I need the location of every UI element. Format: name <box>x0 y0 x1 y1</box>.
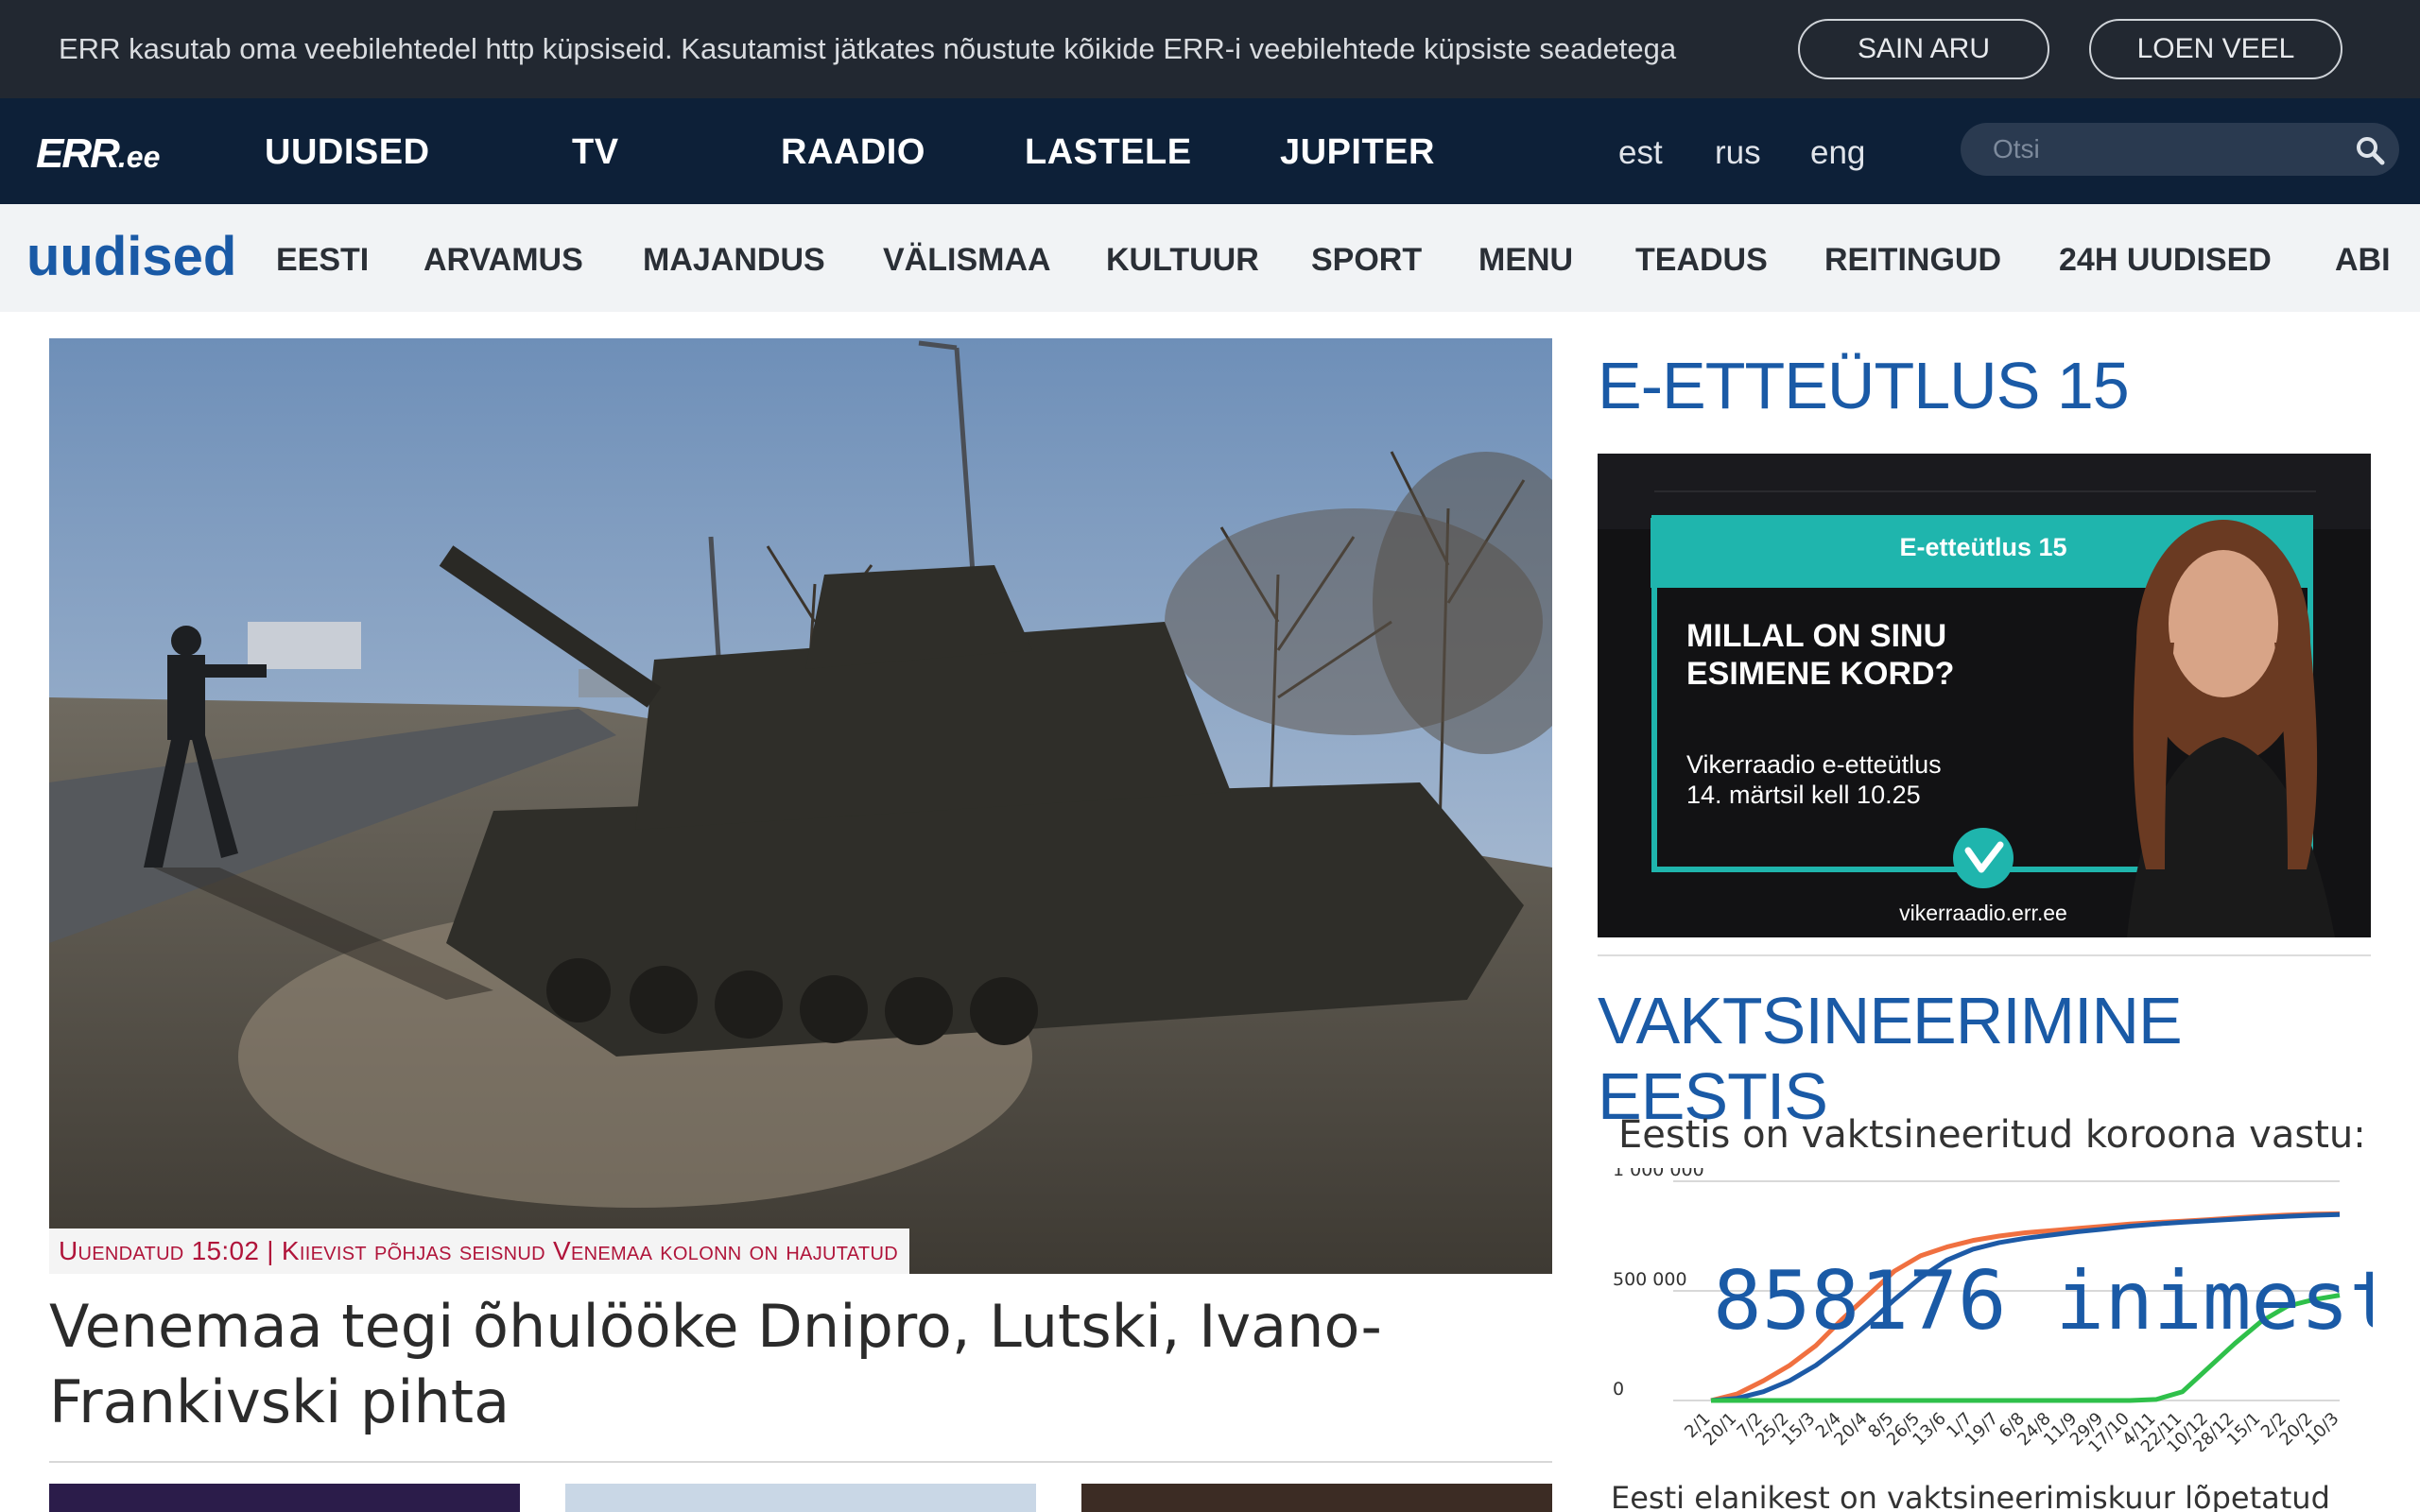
search-icon[interactable] <box>2354 134 2386 166</box>
hero-caption[interactable]: Uuendatud 15:02 | Kiievist põhjas seisnu… <box>49 1228 909 1274</box>
vaccination-title[interactable]: VAKTSINEERIMINE EESTIS <box>1598 983 2420 1134</box>
section-majandus[interactable]: MAJANDUS <box>643 242 825 279</box>
nav-tv[interactable]: TV <box>572 132 619 173</box>
main-navigation: ERR.ee UUDISED TV RAADIO LASTELE JUPITER… <box>0 98 2420 204</box>
divider <box>49 1461 1552 1463</box>
promo-line-4: 14. märtsil kell 10.25 <box>1686 781 1921 809</box>
article-thumbnail[interactable] <box>565 1484 1036 1512</box>
section-reitingud[interactable]: REITINGUD <box>1824 242 2001 279</box>
cookie-text: ERR kasutab oma veebilehtedel http küpsi… <box>59 32 1677 65</box>
promo-line-1: MILLAL ON SINU <box>1686 618 1946 654</box>
section-eesti[interactable]: EESTI <box>276 242 369 279</box>
chart-y-tick-label: 1 000 000 <box>1613 1168 1704 1180</box>
nav-lastele[interactable]: LASTELE <box>1025 132 1192 173</box>
cookie-banner: ERR kasutab oma veebilehtedel http küpsi… <box>0 0 2420 98</box>
lang-eng[interactable]: eng <box>1810 134 1865 172</box>
lang-est[interactable]: est <box>1618 134 1663 172</box>
search-input[interactable] <box>1993 132 2333 166</box>
err-logo[interactable]: ERR.ee <box>36 130 160 178</box>
section-kultuur[interactable]: KULTUUR <box>1106 242 1259 279</box>
promo-url: vikerraadio.err.ee <box>1899 901 2067 925</box>
nav-uudised[interactable]: UUDISED <box>265 132 430 173</box>
divider <box>1598 954 2371 956</box>
section-arvamus[interactable]: ARVAMUS <box>424 242 583 279</box>
nav-jupiter[interactable]: JUPITER <box>1280 132 1435 173</box>
section-navigation: uudised EESTI ARVAMUS MAJANDUS VÄLISMAA … <box>0 204 2420 312</box>
promo-title[interactable]: E-ETTEÜTLUS 15 <box>1598 348 2130 423</box>
section-valismaa[interactable]: VÄLISMAA <box>883 242 1051 279</box>
article-thumbnail[interactable] <box>49 1484 520 1512</box>
chart-y-tick-label: 0 <box>1613 1379 1624 1400</box>
search-box <box>1961 123 2399 176</box>
article-thumbnail[interactable] <box>1081 1484 1552 1512</box>
promo-badge: E-etteütlus 15 <box>1899 533 2066 561</box>
lang-rus[interactable]: rus <box>1715 134 1761 172</box>
vaccination-total: 858176 inimest <box>1713 1254 2373 1349</box>
section-24h-uudised[interactable]: 24H UUDISED <box>2059 242 2272 279</box>
section-abi[interactable]: ABI <box>2335 242 2391 279</box>
promo-line-3: Vikerraadio e-etteütlus <box>1686 750 1942 779</box>
cookie-read-more-button[interactable]: LOEN VEEL <box>2089 19 2342 79</box>
chart-y-tick-label: 500 000 <box>1613 1269 1687 1290</box>
vaccination-chart: 1 000 000 500 000 0 2/1 20/1 7/2 25/2 15/3 2/4 20… <box>1607 1160 2398 1457</box>
section-menu[interactable]: MENU <box>1478 242 1573 279</box>
nav-raadio[interactable]: RAADIO <box>781 132 925 173</box>
section-sport[interactable]: SPORT <box>1311 242 1422 279</box>
promo-line-2: ESIMENE KORD? <box>1686 656 1954 692</box>
cookie-agree-button[interactable]: SAIN ARU <box>1798 19 2049 79</box>
hero-image[interactable] <box>49 338 1552 1274</box>
uudised-logo[interactable]: uudised <box>26 225 236 288</box>
section-teadus[interactable]: TEADUS <box>1635 242 1768 279</box>
promo-banner[interactable]: E-etteütlus 15 MILLAL ON SINU ESIMENE KO… <box>1598 454 2371 937</box>
hero-headline[interactable]: Venemaa tegi õhulööke Dnipro, Lutski, Iv… <box>49 1289 1552 1440</box>
vaccination-footer: Eesti elanikest on vaktsineerimiskuur lõ… <box>1611 1480 2330 1512</box>
vaccination-subtitle: Eestis on vaktsineeritud koroona vastu: <box>1618 1113 2366 1157</box>
